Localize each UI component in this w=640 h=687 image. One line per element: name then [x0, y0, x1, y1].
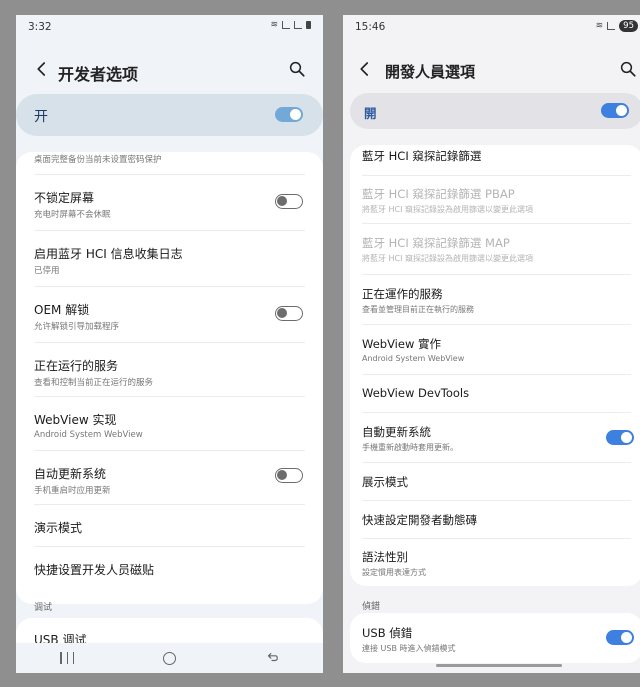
settings-card: 桌面完整备份当前未设置密码保护 不锁定屏幕 充电时屏幕不会休眠 启用蓝牙 HCI…: [16, 152, 323, 604]
home-button[interactable]: [162, 651, 176, 665]
master-switch-bar[interactable]: 开: [16, 94, 323, 136]
section-debug-header: 调试: [34, 603, 53, 613]
navigation-bar: [16, 643, 323, 673]
back-button[interactable]: [30, 57, 54, 81]
row-webview-devtools[interactable]: WebView DevTools: [350, 374, 640, 412]
app-header-right: 開發人員選項: [343, 53, 640, 89]
back-button-right[interactable]: [353, 57, 377, 81]
row-webview-implementation-right[interactable]: WebView 實作 Android System WebView: [350, 324, 640, 374]
row-bt-hci-filter[interactable]: 藍牙 HCI 窺探記錄篩選: [350, 145, 640, 175]
row-auto-system-update-right[interactable]: 自動更新系統 手機重新啟動時套用更新。: [350, 412, 640, 462]
master-switch-label: 开: [34, 109, 48, 125]
row-demo-mode[interactable]: 演示模式: [16, 504, 323, 546]
page-title: 开发者选项: [58, 65, 139, 84]
row-webview-implementation[interactable]: WebView 实现 Android System WebView: [16, 396, 323, 450]
wifi-icon: ≋: [595, 21, 604, 31]
app-header: 开发者选项: [16, 53, 323, 89]
row-bt-hci-filter-map: 藍牙 HCI 窺探記錄篩選 MAP 將藍牙 HCI 窺探記錄設為啟用篩選以變更此…: [362, 236, 534, 263]
oem-unlock-toggle[interactable]: [275, 306, 303, 321]
signal-icon: [282, 21, 290, 29]
master-toggle[interactable]: [275, 107, 303, 122]
row-grammatical-gender[interactable]: 語法性別 設定慣用表達方式: [350, 538, 640, 586]
usb-debugging-toggle-right[interactable]: [606, 630, 634, 645]
master-switch-bar-right[interactable]: 開: [350, 93, 640, 129]
section-debug-header-right: 偵錯: [362, 602, 381, 612]
row-auto-system-update[interactable]: 自动更新系统 手机重启时应用更新: [16, 450, 323, 504]
search-icon: [620, 61, 636, 77]
signal-icon-2: [294, 21, 302, 29]
search-icon: [289, 61, 305, 77]
status-time-right: 15:46: [355, 21, 386, 33]
back-arrow-icon: [37, 62, 46, 76]
status-bar-right: 15:46 ≋ 95: [343, 15, 640, 41]
left-phone-screen: 3:32 ≋ 开发者选项 开 桌面完整备份当前未设置密码保护 不锁定屏幕 充电时…: [16, 15, 323, 673]
row-quick-settings-tiles[interactable]: 快捷设置开发人员磁贴: [16, 546, 323, 596]
row-quick-settings-tiles-right[interactable]: 快速設定開發者動態磚: [350, 500, 640, 538]
stay-awake-toggle[interactable]: [275, 194, 303, 209]
auto-update-toggle-right[interactable]: [606, 430, 634, 445]
row-bt-hci-filter-pbap: 藍牙 HCI 窺探記錄篩選 PBAP 將藍牙 HCI 窺探記錄設為啟用篩選以變更…: [362, 187, 534, 214]
battery-level-badge: 95: [619, 20, 638, 32]
battery-icon: [306, 21, 311, 29]
signal-icon: [607, 22, 616, 30]
wifi-icon: ≋: [270, 20, 278, 30]
status-bar: 3:32 ≋: [16, 15, 323, 41]
search-button[interactable]: [285, 57, 309, 81]
gesture-handle[interactable]: [436, 664, 562, 667]
status-time: 3:32: [28, 21, 52, 33]
row-stay-awake[interactable]: 不锁定屏幕 充电时屏幕不会休眠: [16, 174, 323, 230]
row-backup-password[interactable]: 桌面完整备份当前未设置密码保护: [16, 152, 323, 174]
auto-update-toggle[interactable]: [275, 468, 303, 483]
back-arrow-icon: [360, 62, 369, 76]
search-button-right[interactable]: [616, 57, 640, 81]
recent-apps-button[interactable]: [60, 652, 75, 664]
page-title-right: 開發人員選項: [385, 63, 476, 81]
master-switch-label-right: 開: [364, 106, 377, 121]
row-running-services-right[interactable]: 正在運作的服務 查看並管理目前正在執行的服務: [350, 274, 640, 324]
row-running-services[interactable]: 正在运行的服务 查看和控制当前正在运行的服务: [16, 342, 323, 396]
right-phone-screen: 15:46 ≋ 95 開發人員選項 開 藍牙 HCI 窺探記錄篩選 藍牙 HCI…: [343, 15, 640, 673]
nav-back-button[interactable]: [265, 649, 279, 668]
master-toggle-right[interactable]: [601, 103, 629, 118]
row-oem-unlock[interactable]: OEM 解锁 允许解锁引导加载程序: [16, 286, 323, 342]
row-bluetooth-hci-log[interactable]: 启用蓝牙 HCI 信息收集日志 已停用: [16, 230, 323, 286]
nav-back-icon: [267, 652, 278, 661]
settings-card-right: 藍牙 HCI 窺探記錄篩選 藍牙 HCI 窺探記錄篩選 PBAP 將藍牙 HCI…: [350, 145, 640, 586]
row-demo-mode-right[interactable]: 展示模式: [350, 462, 640, 500]
usb-debug-card-right: USB 偵錯 連接 USB 時進入偵錯模式: [350, 613, 640, 663]
row-usb-debugging-right[interactable]: USB 偵錯 連接 USB 時進入偵錯模式: [350, 613, 640, 663]
